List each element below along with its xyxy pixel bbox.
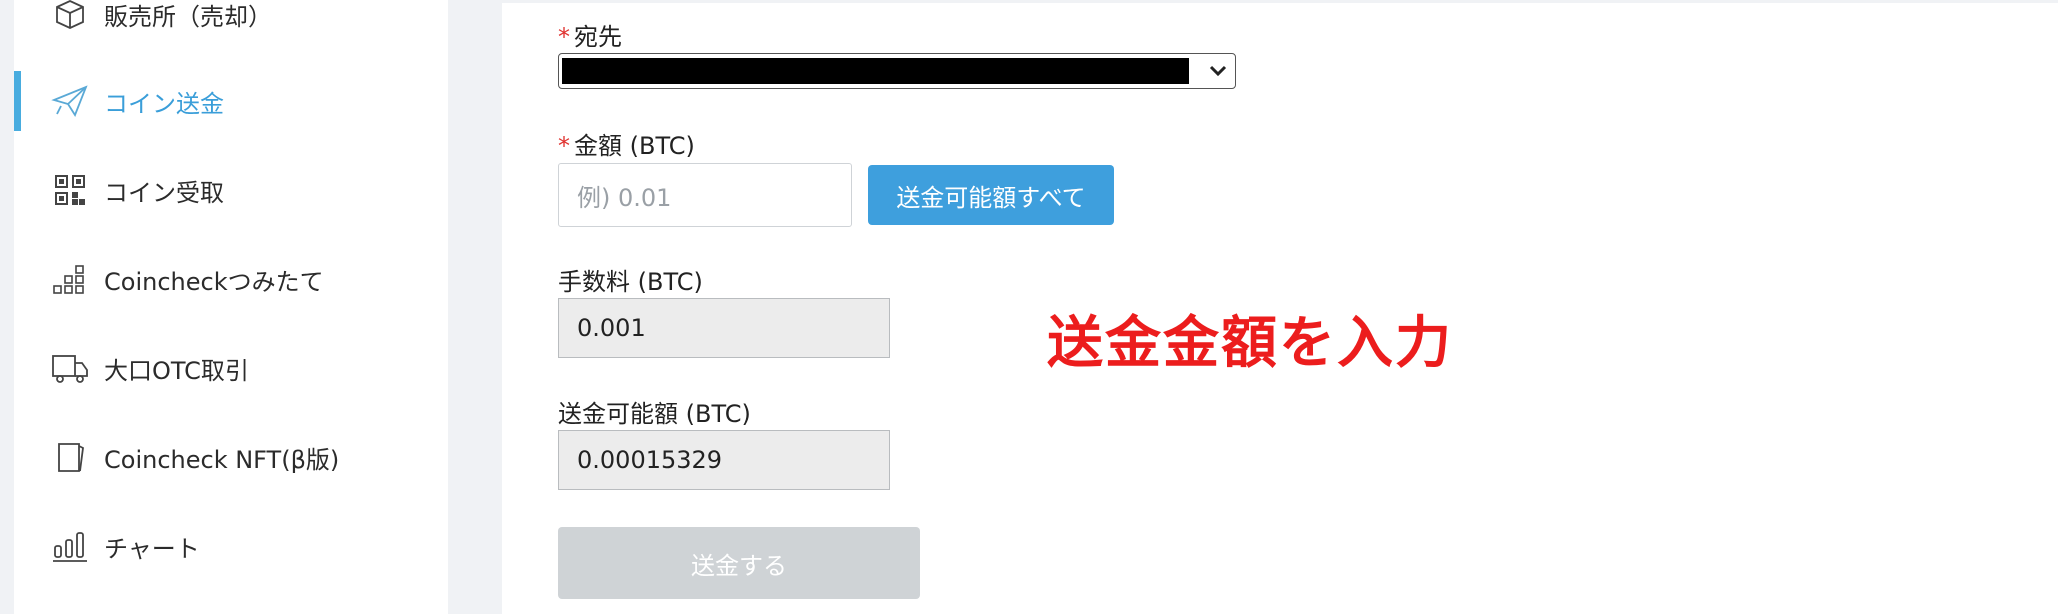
bar-chart-icon: [50, 526, 90, 566]
sidebar-item-sell[interactable]: 販売所（売却）: [14, 0, 448, 44]
blocks-icon: [50, 259, 90, 299]
destination-label: * 宛先: [558, 17, 622, 52]
redacted-address: [562, 58, 1189, 84]
card-icon: [50, 437, 90, 477]
top-divider: [502, 0, 2058, 3]
sidebar-item-label: コイン受取: [104, 178, 224, 207]
required-mark: *: [558, 23, 570, 51]
box-icon: [50, 0, 90, 34]
amount-placeholder: 例) 0.01: [577, 183, 672, 212]
sidebar: 販売所（売却） コイン送金 コイン受取 Coincheckつみたて 大口OTC取…: [14, 0, 448, 614]
amount-label-text: 金額 (BTC): [574, 132, 695, 160]
sidebar-item-label: コイン送金: [104, 89, 224, 118]
fee-label: 手数料 (BTC): [558, 268, 703, 296]
destination-label-text: 宛先: [574, 23, 622, 51]
chevron-down-icon: [1209, 63, 1227, 82]
send-all-button[interactable]: 送金可能額すべて: [868, 165, 1114, 225]
amount-input[interactable]: 例) 0.01: [558, 163, 852, 227]
send-button[interactable]: 送金する: [558, 527, 920, 599]
amount-label: * 金額 (BTC): [558, 126, 695, 161]
available-label: 送金可能額 (BTC): [558, 400, 751, 428]
sidebar-item-send[interactable]: コイン送金: [14, 71, 448, 131]
destination-select[interactable]: [558, 53, 1236, 89]
truck-icon: [50, 348, 90, 388]
sidebar-item-label: 販売所（売却）: [104, 2, 272, 31]
sidebar-item-otc[interactable]: 大口OTC取引: [14, 338, 448, 398]
qr-code-icon: [50, 170, 90, 210]
sidebar-item-chart[interactable]: チャート: [14, 516, 448, 576]
sidebar-item-tsumitate[interactable]: Coincheckつみたて: [14, 249, 448, 309]
sidebar-item-label: チャート: [104, 534, 200, 563]
paper-plane-icon: [50, 81, 90, 121]
available-field: 0.00015329: [558, 430, 890, 490]
required-mark: *: [558, 132, 570, 160]
sidebar-item-label: 大口OTC取引: [104, 356, 249, 385]
sidebar-item-receive[interactable]: コイン受取: [14, 160, 448, 220]
annotation-text: 送金金額を入力: [1047, 311, 1453, 376]
send-form-panel: * 宛先 * 金額 (BTC) 例) 0.01 送金可能額すべて 手数料 (BTC)…: [502, 0, 2058, 614]
sidebar-item-nft[interactable]: Coincheck NFT(β版): [14, 427, 448, 487]
fee-field: 0.001: [558, 298, 890, 358]
sidebar-item-label: Coincheckつみたて: [104, 267, 324, 296]
sidebar-item-label: Coincheck NFT(β版): [104, 445, 340, 474]
